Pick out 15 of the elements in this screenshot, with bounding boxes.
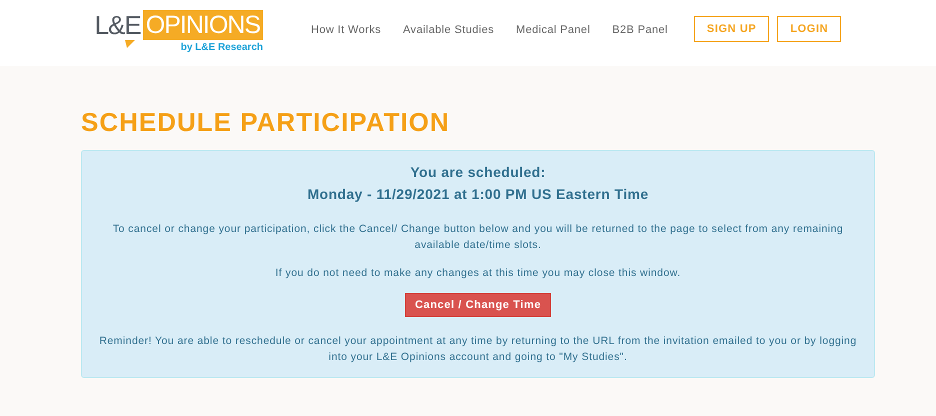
logo-text: L&E [94, 10, 141, 40]
close-note: If you do not need to make any changes at this time you may close this window. [275, 266, 681, 281]
nav-link[interactable]: Available Studies [403, 24, 494, 36]
cancel-change-button[interactable]: Cancel / Change Time [404, 293, 552, 317]
nav-link[interactable]: How It Works [311, 24, 381, 36]
notice-heading: You are scheduled: [410, 163, 546, 182]
nav-link[interactable]: B2B Panel [612, 24, 668, 36]
reminder-text: Reminder! You are able to reschedule or cancel your appointment at any time by returning to the URL from the invitation emailed to you or by logging into your L&E Opinions account and going to "My Studies". [98, 334, 858, 365]
logo-badge: OPINIONS [142, 10, 263, 40]
nav-link[interactable]: Medical Panel [516, 24, 590, 36]
instructions-text: To cancel or change your participation, click the Cancel/ Change button below and you will be returned to the page to select from any remaining available date/time slots. [112, 222, 844, 253]
appointment-time: Monday - 11/29/2021 at 1:00 PM US Eastern Time [307, 185, 649, 204]
logo-tagline: by L&E Research [180, 42, 263, 53]
page-title: SCHEDULE PARTICIPATION [81, 106, 451, 138]
speech-tail-icon [125, 40, 135, 48]
